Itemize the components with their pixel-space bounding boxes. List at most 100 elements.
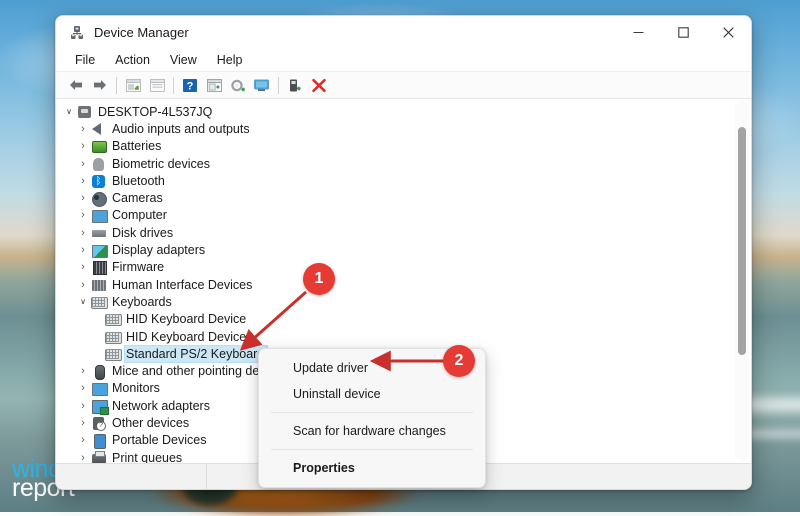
battery-icon (90, 139, 107, 153)
keyboard-icon (104, 330, 121, 344)
close-button[interactable] (706, 16, 751, 49)
chevron-right-icon[interactable]: › (76, 175, 90, 187)
monitor-icon (90, 208, 107, 222)
tree-row-label: Display adapters (111, 242, 208, 258)
toolbar-separator (278, 77, 279, 94)
keyboard-icon (90, 295, 107, 309)
printer-icon (90, 451, 107, 463)
tree-row-label: Biometric devices (111, 156, 213, 172)
toolbar-separator (173, 77, 174, 94)
fingerprint-icon (90, 157, 107, 171)
update-driver-icon[interactable] (226, 74, 250, 96)
camera-icon (90, 191, 107, 205)
tree-row-label: Firmware (111, 259, 167, 275)
chevron-right-icon[interactable]: › (76, 123, 90, 135)
title-bar: Device Manager (56, 16, 751, 49)
context-menu-item-uninstall-device[interactable]: Uninstall device (259, 381, 485, 407)
tree-row[interactable]: › Human Interface Devices (56, 276, 733, 293)
chevron-right-icon[interactable]: › (76, 227, 90, 239)
forward-arrow-icon[interactable] (88, 74, 112, 96)
tree-row-label: Audio inputs and outputs (111, 121, 253, 137)
callout-badge-2: 2 (443, 345, 475, 377)
tree-row-label: Standard PS/2 Keyboard (125, 346, 267, 362)
menu-help[interactable]: Help (207, 51, 253, 69)
bluetooth-icon: ᛒ (90, 174, 107, 188)
help-icon[interactable]: ? (178, 74, 202, 96)
vertical-scrollbar[interactable] (735, 101, 749, 461)
minimize-button[interactable] (616, 16, 661, 49)
tree-row-label: Other devices (111, 415, 192, 431)
svg-text:?: ? (187, 80, 194, 92)
back-arrow-icon[interactable] (64, 74, 88, 96)
tree-row-label: DESKTOP-4L537JQ (97, 104, 215, 120)
network-adapter-icon (90, 399, 107, 413)
chevron-right-icon[interactable]: › (76, 261, 90, 273)
enable-device-icon[interactable] (283, 74, 307, 96)
tree-row[interactable]: › Display adapters (56, 241, 733, 258)
chevron-right-icon[interactable]: › (76, 417, 90, 429)
uninstall-device-icon[interactable] (307, 74, 331, 96)
tree-row-label: Computer (111, 207, 170, 223)
portable-device-icon (90, 433, 107, 447)
tree-row[interactable]: › Firmware (56, 259, 733, 276)
tree-row[interactable]: ∨Keyboards (56, 293, 733, 310)
chevron-right-icon[interactable]: › (76, 192, 90, 204)
tree-row[interactable]: › Computer (56, 207, 733, 224)
display-adapter-icon (90, 243, 107, 257)
chevron-down-icon[interactable]: ∨ (76, 297, 90, 306)
chevron-right-icon[interactable]: › (76, 434, 90, 446)
window-title: Device Manager (94, 25, 189, 40)
tree-row[interactable]: ›ᛒBluetooth (56, 172, 733, 189)
tree-row-label: Portable Devices (111, 432, 210, 448)
chevron-right-icon[interactable]: › (76, 452, 90, 463)
properties-icon[interactable] (202, 74, 226, 96)
tree-row-label: Cameras (111, 190, 166, 206)
status-segment (56, 464, 207, 489)
callout-badge-1: 1 (303, 263, 335, 295)
tree-row[interactable]: HID Keyboard Device (56, 328, 733, 345)
toolbar-separator (116, 77, 117, 94)
tree-row-root[interactable]: ∨ DESKTOP-4L537JQ (56, 103, 733, 120)
chevron-right-icon[interactable]: › (76, 209, 90, 221)
chevron-right-icon[interactable]: › (76, 140, 90, 152)
chevron-down-icon[interactable]: ∨ (62, 107, 76, 116)
speaker-icon (90, 122, 107, 136)
properties-window-icon[interactable] (145, 74, 169, 96)
context-menu-item-scan-for-hardware-changes[interactable]: Scan for hardware changes (259, 418, 485, 444)
tree-row-label: Network adapters (111, 398, 213, 414)
menu-file[interactable]: File (65, 51, 105, 69)
device-manager-icon (69, 25, 85, 41)
chevron-right-icon[interactable]: › (76, 244, 90, 256)
firmware-icon (90, 260, 107, 274)
disk-icon (90, 226, 107, 240)
tree-row[interactable]: ›Batteries (56, 138, 733, 155)
tree-row[interactable]: › Audio inputs and outputs (56, 120, 733, 137)
chevron-right-icon[interactable]: › (76, 382, 90, 394)
other-device-icon (90, 416, 107, 430)
tree-row-label: Human Interface Devices (111, 277, 255, 293)
menu-action[interactable]: Action (105, 51, 160, 69)
tree-row[interactable]: HID Keyboard Device (56, 311, 733, 328)
chevron-right-icon[interactable]: › (76, 365, 90, 377)
scrollbar-thumb[interactable] (738, 127, 746, 355)
show-hidden-devices-icon[interactable] (121, 74, 145, 96)
context-menu-item-properties[interactable]: Properties (259, 455, 485, 481)
chevron-right-icon[interactable]: › (76, 158, 90, 170)
tree-row[interactable]: ›Disk drives (56, 224, 733, 241)
tree-row-label: Print queues (111, 450, 185, 463)
menu-view[interactable]: View (160, 51, 207, 69)
chevron-right-icon[interactable]: › (76, 279, 90, 291)
mouse-icon (90, 364, 107, 378)
tree-row-label: Monitors (111, 380, 163, 396)
menu-bar: File Action View Help (56, 49, 751, 71)
tree-row-label: HID Keyboard Device (125, 329, 249, 345)
tree-row[interactable]: › Cameras (56, 189, 733, 206)
chevron-right-icon[interactable]: › (76, 400, 90, 412)
window-controls (616, 16, 751, 49)
toolbar: ? (56, 71, 751, 99)
scan-for-hardware-changes-icon[interactable] (250, 74, 274, 96)
monitor-icon (90, 381, 107, 395)
tree-row[interactable]: › Biometric devices (56, 155, 733, 172)
keyboard-icon (104, 347, 121, 361)
maximize-button[interactable] (661, 16, 706, 49)
